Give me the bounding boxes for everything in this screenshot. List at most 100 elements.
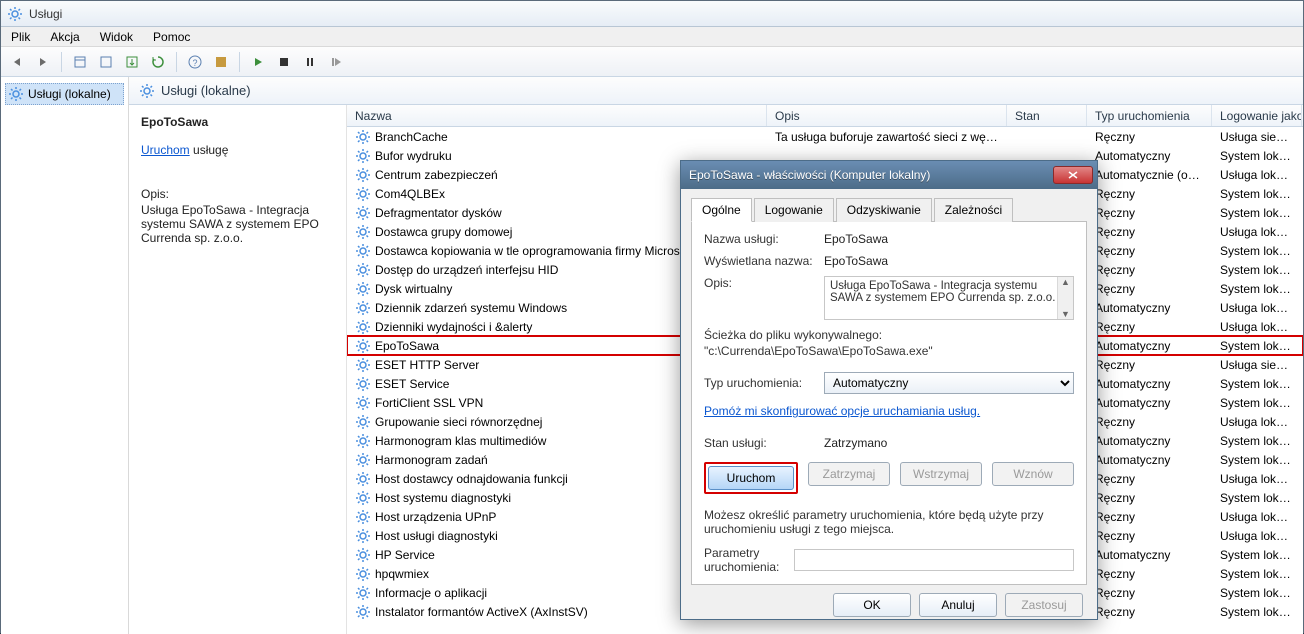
service-startup: Automatyczny: [1087, 301, 1212, 315]
col-typ[interactable]: Typ uruchomienia: [1087, 105, 1212, 126]
refresh-icon[interactable]: [146, 50, 170, 74]
start-button[interactable]: Uruchom: [708, 466, 794, 490]
gear-icon: [355, 319, 371, 335]
service-startup: Automatyczny: [1087, 339, 1212, 353]
col-log[interactable]: Logowanie jako: [1212, 105, 1302, 126]
tab-recovery[interactable]: Odzyskiwanie: [836, 198, 932, 222]
properties-icon[interactable]: [94, 50, 118, 74]
service-name: Host urządzenia UPnP: [375, 510, 496, 524]
list-view-icon[interactable]: [68, 50, 92, 74]
col-name[interactable]: Nazwa: [347, 105, 767, 126]
col-opis[interactable]: Opis: [767, 105, 1007, 126]
service-name: Dostęp do urządzeń interfejsu HID: [375, 263, 558, 277]
pause-icon[interactable]: [298, 50, 322, 74]
gear-icon: [355, 262, 371, 278]
services-window: Usługi Plik Akcja Widok Pomoc ? Usługi (…: [0, 0, 1304, 633]
tree-pane: Usługi (lokalne): [1, 77, 129, 634]
tree-root-item[interactable]: Usługi (lokalne): [5, 83, 124, 105]
col-stan[interactable]: Stan: [1007, 105, 1087, 126]
export-icon[interactable]: [120, 50, 144, 74]
description-text: Usługa EpoToSawa - Integracja systemu SA…: [830, 280, 1055, 304]
service-name: Harmonogram zadań: [375, 453, 488, 467]
menu-plik[interactable]: Plik: [1, 28, 40, 46]
service-startup: Ręczny: [1087, 358, 1212, 372]
service-logon: System lokalny: [1212, 396, 1302, 410]
service-startup: Ręczny: [1087, 320, 1212, 334]
apply-button: Zastosuj: [1005, 593, 1083, 617]
service-startup: Ręczny: [1087, 225, 1212, 239]
service-logon: Usługa sieciowa: [1212, 358, 1302, 372]
close-button[interactable]: [1053, 166, 1093, 184]
service-logon: Usługa sieciowa: [1212, 130, 1302, 144]
detail-opis-text: Usługa EpoToSawa - Integracja systemu SA…: [141, 203, 334, 245]
service-startup: Ręczny: [1087, 415, 1212, 429]
params-input[interactable]: [794, 549, 1074, 571]
value-service-state: Zatrzymano: [824, 436, 1074, 450]
menu-pomoc[interactable]: Pomoc: [143, 28, 200, 46]
restart-icon[interactable]: [324, 50, 348, 74]
label-params: Parametry uruchomienia:: [704, 546, 794, 574]
service-name: Dysk wirtualny: [375, 282, 452, 296]
description-box: Usługa EpoToSawa - Integracja systemu SA…: [824, 276, 1074, 320]
gear-icon: [355, 585, 371, 601]
label-exe-path: Ścieżka do pliku wykonywalnego:: [704, 328, 1074, 342]
startup-type-select[interactable]: Automatyczny: [824, 372, 1074, 394]
gear-icon: [355, 224, 371, 240]
gear-icon: [355, 547, 371, 563]
config-help-link[interactable]: Pomóż mi skonfigurować opcje uruchamiani…: [704, 404, 980, 418]
gear-icon: [355, 452, 371, 468]
down-arrow-icon: ▼: [1058, 309, 1073, 319]
detail-pane: EpoToSawa Uruchom usługę Opis: Usługa Ep…: [129, 105, 347, 634]
gear-icon: [355, 205, 371, 221]
properties-dialog: EpoToSawa - właściwości (Komputer lokaln…: [680, 160, 1098, 620]
main-header: Usługi (lokalne): [129, 77, 1303, 105]
up-arrow-icon: ▲: [1058, 277, 1073, 287]
help-icon[interactable]: ?: [183, 50, 207, 74]
pause-button: Wstrzymaj: [900, 462, 982, 486]
back-button[interactable]: [5, 50, 29, 74]
service-logon: System lokalny: [1212, 434, 1302, 448]
dialog-titlebar[interactable]: EpoToSawa - właściwości (Komputer lokaln…: [681, 161, 1097, 189]
menu-widok[interactable]: Widok: [90, 28, 143, 46]
service-logon: System lokalny: [1212, 567, 1302, 581]
stop-button: Zatrzymaj: [808, 462, 890, 486]
service-logon: System lokalny: [1212, 282, 1302, 296]
service-logon: System lokalny: [1212, 263, 1302, 277]
scrollbar[interactable]: ▲▼: [1057, 277, 1073, 319]
service-logon: System lokalny: [1212, 586, 1302, 600]
gear-icon: [355, 167, 371, 183]
service-name: ESET Service: [375, 377, 449, 391]
table-row[interactable]: BranchCacheTa usługa buforuje zawartość …: [347, 127, 1303, 146]
service-logon: Usługa lokalna: [1212, 320, 1302, 334]
service-logon: System lokalny: [1212, 149, 1302, 163]
service-startup: Automatycznie (op...: [1087, 168, 1212, 182]
service-name: Dostawca kopiowania w tle oprogramowania…: [375, 244, 690, 258]
service-logon: Usługa lokalna: [1212, 225, 1302, 239]
dialog-footer: OK Anuluj Zastosuj: [691, 585, 1087, 617]
tab-dependencies[interactable]: Zależności: [934, 198, 1013, 222]
play-icon[interactable]: [246, 50, 270, 74]
service-name: Host systemu diagnostyki: [375, 491, 511, 505]
service-startup: Ręczny: [1087, 130, 1212, 144]
tab-logon[interactable]: Logowanie: [754, 198, 834, 222]
dialog-title: EpoToSawa - właściwości (Komputer lokaln…: [689, 168, 930, 182]
service-logon: System lokalny: [1212, 206, 1302, 220]
gear-icon: [355, 490, 371, 506]
label-startup-type: Typ uruchomienia:: [704, 376, 824, 390]
forward-button[interactable]: [31, 50, 55, 74]
realtime-icon[interactable]: [209, 50, 233, 74]
tab-general[interactable]: Ogólne: [691, 198, 752, 222]
service-startup: Ręczny: [1087, 586, 1212, 600]
service-logon: System lokalny: [1212, 377, 1302, 391]
gear-icon: [355, 148, 371, 164]
menu-akcja[interactable]: Akcja: [40, 28, 89, 46]
service-name: Host dostawcy odnajdowania funkcji: [375, 472, 568, 486]
service-startup: Ręczny: [1087, 491, 1212, 505]
gear-icon: [355, 338, 371, 354]
start-service-link[interactable]: Uruchom: [141, 143, 190, 157]
stop-icon[interactable]: [272, 50, 296, 74]
cancel-button[interactable]: Anuluj: [919, 593, 997, 617]
service-startup: Ręczny: [1087, 282, 1212, 296]
value-service-name: EpoToSawa: [824, 232, 1074, 246]
ok-button[interactable]: OK: [833, 593, 911, 617]
